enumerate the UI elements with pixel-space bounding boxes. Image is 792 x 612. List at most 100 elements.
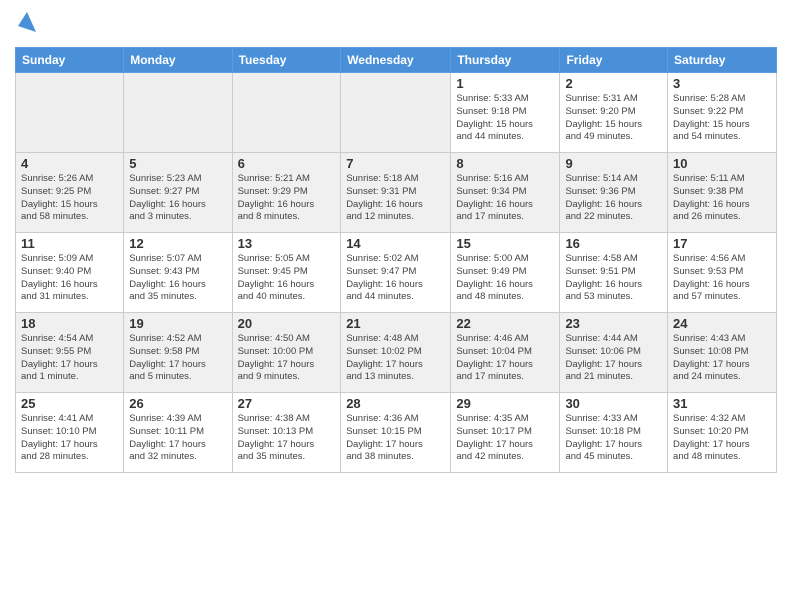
- day-number: 16: [565, 236, 662, 251]
- calendar-day-cell: 18 Sunrise: 4:54 AM Sunset: 9:55 PM Dayli…: [16, 313, 124, 393]
- calendar-header-thursday: Thursday: [451, 48, 560, 73]
- calendar-day-cell: 10 Sunrise: 5:11 AM Sunset: 9:38 PM Dayli…: [668, 153, 777, 233]
- day-info: Sunrise: 4:32 AM Sunset: 10:20 PM Daylig…: [673, 413, 771, 464]
- calendar-day-cell: 9 Sunrise: 5:14 AM Sunset: 9:36 PM Daylig…: [560, 153, 668, 233]
- day-info: Sunrise: 5:28 AM Sunset: 9:22 PM Dayligh…: [673, 93, 771, 144]
- day-info: Sunrise: 5:21 AM Sunset: 9:29 PM Dayligh…: [238, 173, 336, 224]
- day-number: 2: [565, 76, 662, 91]
- day-number: 22: [456, 316, 554, 331]
- calendar-day-cell: 19 Sunrise: 4:52 AM Sunset: 9:58 PM Dayli…: [124, 313, 232, 393]
- calendar-day-cell: [124, 73, 232, 153]
- calendar-day-cell: 11Sunrise: 5:09 AM Sunset: 9:40 PM Dayli…: [16, 233, 124, 313]
- day-info: Sunrise: 4:38 AM Sunset: 10:13 PM Daylig…: [238, 413, 336, 464]
- calendar-day-cell: 14 Sunrise: 5:02 AM Sunset: 9:47 PM Dayli…: [341, 233, 451, 313]
- day-info: Sunrise: 5:02 AM Sunset: 9:47 PM Dayligh…: [346, 253, 445, 304]
- day-number: 27: [238, 396, 336, 411]
- day-info: Sunrise: 4:36 AM Sunset: 10:15 PM Daylig…: [346, 413, 445, 464]
- calendar-week-3: 11Sunrise: 5:09 AM Sunset: 9:40 PM Dayli…: [16, 233, 777, 313]
- day-number: 7: [346, 156, 445, 171]
- day-info: Sunrise: 5:14 AM Sunset: 9:36 PM Dayligh…: [565, 173, 662, 224]
- calendar-day-cell: 12 Sunrise: 5:07 AM Sunset: 9:43 PM Dayli…: [124, 233, 232, 313]
- calendar-day-cell: [16, 73, 124, 153]
- day-number: 25: [21, 396, 118, 411]
- day-info: Sunrise: 4:56 AM Sunset: 9:53 PM Dayligh…: [673, 253, 771, 304]
- calendar-day-cell: 6 Sunrise: 5:21 AM Sunset: 9:29 PM Daylig…: [232, 153, 341, 233]
- day-number: 24: [673, 316, 771, 331]
- day-info: Sunrise: 4:46 AM Sunset: 10:04 PM Daylig…: [456, 333, 554, 384]
- day-info: Sunrise: 5:07 AM Sunset: 9:43 PM Dayligh…: [129, 253, 226, 304]
- calendar-table: SundayMondayTuesdayWednesdayThursdayFrid…: [15, 47, 777, 473]
- day-number: 26: [129, 396, 226, 411]
- day-number: 13: [238, 236, 336, 251]
- day-number: 4: [21, 156, 118, 171]
- calendar-day-cell: 22 Sunrise: 4:46 AM Sunset: 10:04 PM Dayl…: [451, 313, 560, 393]
- day-number: 28: [346, 396, 445, 411]
- logo-triangle-icon: [18, 12, 36, 34]
- header: [15, 10, 777, 39]
- calendar-day-cell: 20 Sunrise: 4:50 AM Sunset: 10:00 PM Dayl…: [232, 313, 341, 393]
- day-info: Sunrise: 4:43 AM Sunset: 10:08 PM Daylig…: [673, 333, 771, 384]
- day-number: 1: [456, 76, 554, 91]
- day-number: 8: [456, 156, 554, 171]
- calendar-day-cell: 27 Sunrise: 4:38 AM Sunset: 10:13 PM Dayl…: [232, 393, 341, 473]
- day-info: Sunrise: 4:58 AM Sunset: 9:51 PM Dayligh…: [565, 253, 662, 304]
- calendar-header-wednesday: Wednesday: [341, 48, 451, 73]
- day-info: Sunrise: 4:50 AM Sunset: 10:00 PM Daylig…: [238, 333, 336, 384]
- calendar-header-saturday: Saturday: [668, 48, 777, 73]
- calendar-day-cell: 30 Sunrise: 4:33 AM Sunset: 10:18 PM Dayl…: [560, 393, 668, 473]
- calendar-day-cell: 24 Sunrise: 4:43 AM Sunset: 10:08 PM Dayl…: [668, 313, 777, 393]
- day-number: 18: [21, 316, 118, 331]
- calendar-day-cell: 21 Sunrise: 4:48 AM Sunset: 10:02 PM Dayl…: [341, 313, 451, 393]
- calendar-header-friday: Friday: [560, 48, 668, 73]
- day-number: 30: [565, 396, 662, 411]
- calendar-day-cell: 28 Sunrise: 4:36 AM Sunset: 10:15 PM Dayl…: [341, 393, 451, 473]
- day-number: 5: [129, 156, 226, 171]
- day-info: Sunrise: 4:54 AM Sunset: 9:55 PM Dayligh…: [21, 333, 118, 384]
- calendar-day-cell: 2 Sunrise: 5:31 AM Sunset: 9:20 PM Daylig…: [560, 73, 668, 153]
- day-number: 31: [673, 396, 771, 411]
- calendar-day-cell: 1Sunrise: 5:33 AM Sunset: 9:18 PM Daylig…: [451, 73, 560, 153]
- day-number: 10: [673, 156, 771, 171]
- day-number: 15: [456, 236, 554, 251]
- day-info: Sunrise: 5:31 AM Sunset: 9:20 PM Dayligh…: [565, 93, 662, 144]
- day-number: 14: [346, 236, 445, 251]
- day-number: 6: [238, 156, 336, 171]
- calendar-day-cell: 25 Sunrise: 4:41 AM Sunset: 10:10 PM Dayl…: [16, 393, 124, 473]
- day-info: Sunrise: 4:52 AM Sunset: 9:58 PM Dayligh…: [129, 333, 226, 384]
- day-number: 11: [21, 236, 118, 251]
- calendar-day-cell: 26 Sunrise: 4:39 AM Sunset: 10:11 PM Dayl…: [124, 393, 232, 473]
- calendar-day-cell: 31 Sunrise: 4:32 AM Sunset: 10:20 PM Dayl…: [668, 393, 777, 473]
- calendar-day-cell: 16 Sunrise: 4:58 AM Sunset: 9:51 PM Dayli…: [560, 233, 668, 313]
- day-number: 21: [346, 316, 445, 331]
- day-info: Sunrise: 5:18 AM Sunset: 9:31 PM Dayligh…: [346, 173, 445, 224]
- day-info: Sunrise: 4:39 AM Sunset: 10:11 PM Daylig…: [129, 413, 226, 464]
- day-info: Sunrise: 5:11 AM Sunset: 9:38 PM Dayligh…: [673, 173, 771, 224]
- day-number: 12: [129, 236, 226, 251]
- day-info: Sunrise: 4:48 AM Sunset: 10:02 PM Daylig…: [346, 333, 445, 384]
- day-number: 29: [456, 396, 554, 411]
- page: SundayMondayTuesdayWednesdayThursdayFrid…: [0, 0, 792, 612]
- calendar-day-cell: 8 Sunrise: 5:16 AM Sunset: 9:34 PM Daylig…: [451, 153, 560, 233]
- calendar-day-cell: 7 Sunrise: 5:18 AM Sunset: 9:31 PM Daylig…: [341, 153, 451, 233]
- calendar-day-cell: [341, 73, 451, 153]
- day-number: 9: [565, 156, 662, 171]
- day-info: Sunrise: 4:41 AM Sunset: 10:10 PM Daylig…: [21, 413, 118, 464]
- day-info: Sunrise: 4:35 AM Sunset: 10:17 PM Daylig…: [456, 413, 554, 464]
- day-info: Sunrise: 4:33 AM Sunset: 10:18 PM Daylig…: [565, 413, 662, 464]
- calendar-day-cell: 3Sunrise: 5:28 AM Sunset: 9:22 PM Daylig…: [668, 73, 777, 153]
- calendar-week-4: 18 Sunrise: 4:54 AM Sunset: 9:55 PM Dayli…: [16, 313, 777, 393]
- calendar-week-5: 25 Sunrise: 4:41 AM Sunset: 10:10 PM Dayl…: [16, 393, 777, 473]
- day-info: Sunrise: 5:26 AM Sunset: 9:25 PM Dayligh…: [21, 173, 118, 224]
- calendar-week-2: 4 Sunrise: 5:26 AM Sunset: 9:25 PM Daylig…: [16, 153, 777, 233]
- calendar-header-monday: Monday: [124, 48, 232, 73]
- day-number: 23: [565, 316, 662, 331]
- day-info: Sunrise: 5:00 AM Sunset: 9:49 PM Dayligh…: [456, 253, 554, 304]
- day-number: 19: [129, 316, 226, 331]
- calendar-day-cell: 13Sunrise: 5:05 AM Sunset: 9:45 PM Dayli…: [232, 233, 341, 313]
- calendar-header-tuesday: Tuesday: [232, 48, 341, 73]
- calendar-header-row: SundayMondayTuesdayWednesdayThursdayFrid…: [16, 48, 777, 73]
- day-number: 20: [238, 316, 336, 331]
- calendar-day-cell: 15 Sunrise: 5:00 AM Sunset: 9:49 PM Dayli…: [451, 233, 560, 313]
- calendar-day-cell: [232, 73, 341, 153]
- day-info: Sunrise: 5:16 AM Sunset: 9:34 PM Dayligh…: [456, 173, 554, 224]
